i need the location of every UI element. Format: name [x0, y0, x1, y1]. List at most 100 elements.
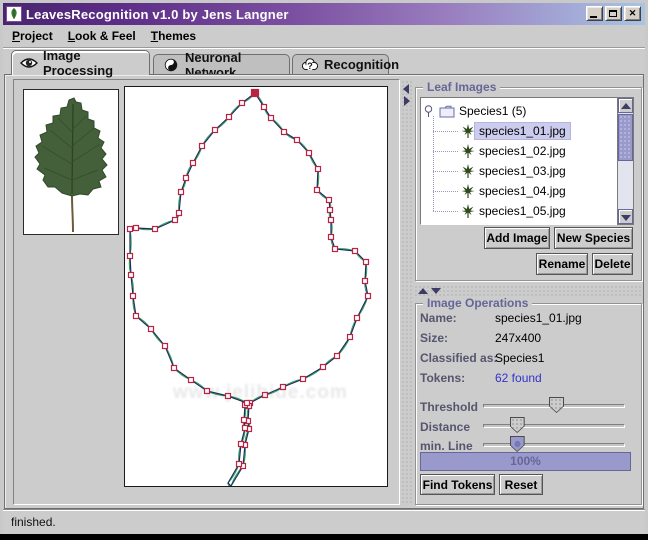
- vertical-splitter[interactable]: [401, 80, 412, 505]
- splitter-collapse-up-icon[interactable]: [418, 288, 428, 294]
- delete-button[interactable]: Delete: [592, 253, 633, 275]
- status-text: finished.: [11, 515, 56, 529]
- leaf-file-icon: [461, 123, 475, 139]
- token-marker: [149, 327, 154, 332]
- svg-text:?: ?: [307, 61, 313, 71]
- token-marker: [134, 314, 139, 319]
- leaf-file-icon: [461, 163, 475, 179]
- add-image-button[interactable]: Add Image: [484, 227, 550, 249]
- token-marker: [363, 279, 368, 284]
- close-button[interactable]: ✕: [624, 6, 641, 21]
- menu-themes[interactable]: Themes: [145, 27, 202, 45]
- token-marker: [321, 365, 326, 370]
- menu-look-and-feel[interactable]: Look & Feel: [62, 27, 142, 45]
- tab-label: Image Processing: [43, 48, 141, 78]
- token-marker: [327, 198, 332, 203]
- scroll-down-icon: [621, 215, 631, 221]
- window-title: LeavesRecognition v1.0 by Jens Langner: [26, 7, 289, 22]
- size-label: Size:: [420, 331, 448, 345]
- token-marker: [240, 101, 245, 106]
- token-marker: [239, 442, 244, 447]
- leaf-file-icon: [461, 203, 475, 219]
- title-bar[interactable]: LeavesRecognition v1.0 by Jens Langner ✕: [3, 3, 645, 25]
- tree-expand-knob-icon[interactable]: [424, 105, 433, 118]
- token-marker: [237, 462, 242, 467]
- token-marker: [179, 190, 184, 195]
- size-value: 247x400: [495, 331, 541, 345]
- tree-item-label: species1_02.jpg: [475, 143, 570, 159]
- token-marker: [242, 418, 247, 423]
- new-species-button[interactable]: New Species: [554, 227, 633, 249]
- tab-recognition[interactable]: ? Recognition: [292, 54, 389, 74]
- scroll-up-button[interactable]: [618, 98, 633, 113]
- eye-icon: [20, 56, 38, 70]
- token-marker: [128, 254, 133, 259]
- rename-button[interactable]: Rename: [536, 253, 588, 275]
- tree-item-species1_03.jpg[interactable]: species1_03.jpg: [461, 161, 570, 181]
- token-marker: [364, 260, 369, 265]
- token-marker: [282, 130, 287, 135]
- token-marker: [184, 176, 189, 181]
- thought-cloud-icon: ?: [301, 58, 319, 72]
- tree-root-species1[interactable]: Species1 (5): [424, 101, 530, 121]
- tab-neuronal-network[interactable]: Neuronal Network: [153, 54, 290, 74]
- progress-bar: 100%: [420, 452, 631, 471]
- minimize-button[interactable]: [586, 6, 603, 21]
- splitter-collapse-down-icon[interactable]: [431, 288, 441, 294]
- tree-item-label: species1_01.jpg: [475, 123, 570, 139]
- token-marker: [316, 167, 321, 172]
- tree-connector: [433, 211, 458, 212]
- token-canvas[interactable]: www.jelibide.com: [124, 86, 388, 487]
- scrollbar-thumb[interactable]: [618, 114, 633, 161]
- distance-slider[interactable]: [483, 424, 625, 428]
- token-marker: [128, 227, 133, 232]
- app-leaf-icon: [6, 6, 22, 22]
- leaf-outline-drawing: [125, 87, 387, 486]
- token-marker: [191, 161, 196, 166]
- scroll-down-button[interactable]: [618, 209, 633, 224]
- token-marker: [348, 335, 353, 340]
- tree-connector: [433, 151, 458, 152]
- leaf-photo-thumbnail: [23, 89, 119, 235]
- tab-image-processing[interactable]: Image Processing: [11, 50, 150, 75]
- token-marker: [129, 273, 134, 278]
- tree-item-species1_01.jpg[interactable]: species1_01.jpg: [461, 121, 570, 141]
- token-marker: [227, 115, 232, 120]
- token-marker: [329, 218, 334, 223]
- menu-project[interactable]: Project: [6, 27, 59, 45]
- threshold-label: Threshold: [420, 400, 478, 414]
- find-tokens-button[interactable]: Find Tokens: [420, 474, 495, 495]
- splitter-collapse-left-icon[interactable]: [403, 84, 409, 94]
- status-bar: finished.: [3, 509, 645, 534]
- token-marker: [131, 294, 136, 299]
- token-marker: [328, 208, 333, 213]
- token-marker: [329, 235, 334, 240]
- token-marker: [355, 316, 360, 321]
- token-marker: [173, 218, 178, 223]
- token-marker: [200, 144, 205, 149]
- tree-item-species1_02.jpg[interactable]: species1_02.jpg: [461, 141, 570, 161]
- min-line-slider[interactable]: [483, 443, 625, 447]
- token-marker: [315, 188, 320, 193]
- name-value: species1_01.jpg: [495, 311, 582, 325]
- tree-item-species1_04.jpg[interactable]: species1_04.jpg: [461, 181, 570, 201]
- token-marker: [262, 105, 267, 110]
- token-marker: [213, 128, 218, 133]
- splitter-collapse-right-icon[interactable]: [404, 96, 410, 106]
- species-tree[interactable]: Species1 (5) species1_01.jpg species1_02.j…: [420, 97, 618, 225]
- token-marker: [252, 90, 259, 97]
- classified-as-value: Species1: [495, 351, 544, 365]
- token-marker: [153, 227, 158, 232]
- token-marker: [353, 249, 358, 254]
- tree-item-species1_05.jpg[interactable]: species1_05.jpg: [461, 201, 570, 221]
- tree-scrollbar[interactable]: [617, 97, 634, 225]
- tree-connector: [433, 171, 458, 172]
- progress-text: 100%: [421, 453, 630, 470]
- token-marker: [177, 211, 182, 216]
- tokens-value: 62 found: [495, 371, 542, 385]
- tree-item-label: species1_05.jpg: [475, 203, 570, 219]
- maximize-button[interactable]: [605, 6, 622, 21]
- token-marker: [163, 344, 168, 349]
- token-marker: [333, 247, 338, 252]
- reset-button[interactable]: Reset: [499, 474, 543, 495]
